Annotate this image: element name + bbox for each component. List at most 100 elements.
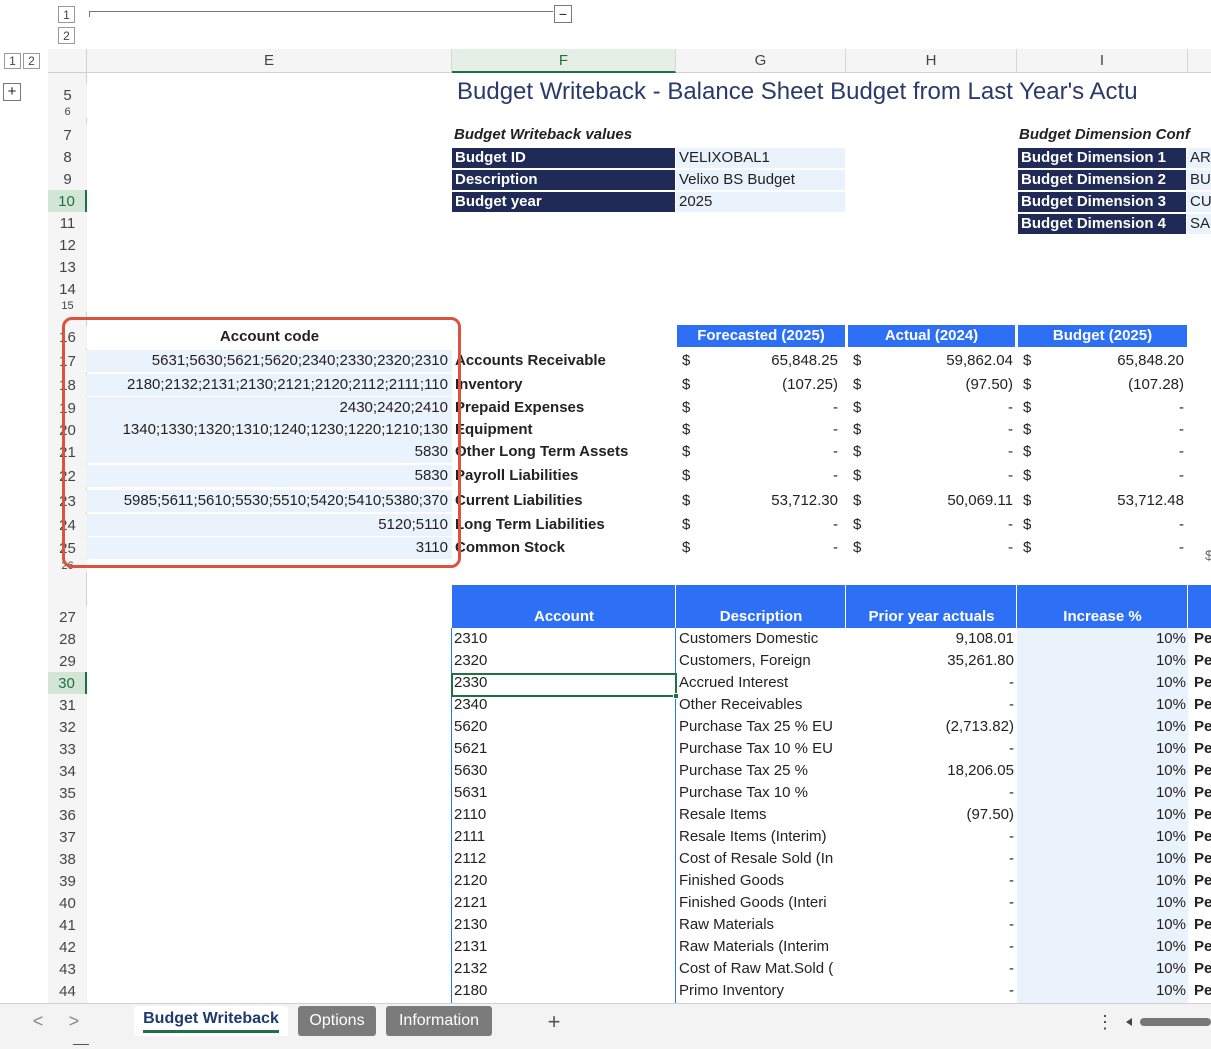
row-header[interactable]: 11 (48, 212, 87, 234)
row-header[interactable]: 33 (48, 738, 87, 760)
row-header[interactable]: 43 (48, 958, 87, 980)
detail-description[interactable]: Resale Items (679, 804, 845, 826)
detail-account[interactable]: 2130 (454, 914, 674, 936)
row-header[interactable]: 44 (48, 980, 87, 1002)
detail-account[interactable]: 2131 (454, 936, 674, 958)
row-header[interactable]: 38 (48, 848, 87, 870)
outline-level-2-top[interactable]: 2 (58, 27, 75, 44)
column-header-g[interactable]: G (676, 49, 846, 73)
row-header[interactable]: 34 (48, 760, 87, 782)
detail-prior-actuals[interactable]: (97.50) (850, 804, 1014, 826)
row-header[interactable]: 10 (48, 190, 87, 212)
column-header-h[interactable]: H (846, 49, 1017, 73)
dimension-value[interactable]: SA (1187, 214, 1211, 234)
dimension-value[interactable]: AR (1187, 148, 1211, 168)
detail-description[interactable]: Finished Goods (Interi (679, 892, 845, 914)
detail-prior-actuals[interactable]: 9,108.01 (850, 628, 1014, 650)
detail-prior-actuals[interactable]: - (850, 958, 1014, 980)
column-header-i[interactable]: I (1017, 49, 1188, 73)
row-header[interactable]: 28 (48, 628, 87, 650)
column-header-next[interactable] (1188, 49, 1211, 73)
row-header[interactable]: 27 (48, 606, 87, 628)
detail-method[interactable]: Pe (1194, 694, 1211, 716)
detail-increase[interactable]: 10% (1020, 826, 1186, 848)
detail-description[interactable]: Purchase Tax 10 % (679, 782, 845, 804)
row-header[interactable]: 32 (48, 716, 87, 738)
detail-method[interactable]: Pe (1194, 914, 1211, 936)
detail-account[interactable]: 2310 (454, 628, 674, 650)
summary-forecast-value[interactable]: - (698, 539, 838, 556)
detail-increase[interactable]: 10% (1020, 650, 1186, 672)
detail-method[interactable]: Pe (1194, 628, 1211, 650)
detail-account[interactable]: 2121 (454, 892, 674, 914)
detail-description[interactable]: Resale Items (Interim) (679, 826, 845, 848)
detail-prior-actuals[interactable]: (2,713.82) (850, 716, 1014, 738)
detail-account[interactable]: 2111 (454, 826, 674, 848)
writeback-value[interactable]: VELIXOBAL1 (676, 148, 845, 168)
detail-increase[interactable]: 10% (1020, 628, 1186, 650)
summary-budget-value[interactable]: - (1044, 516, 1184, 533)
detail-account[interactable]: 2132 (454, 958, 674, 980)
row-header[interactable]: 36 (48, 804, 87, 826)
row-header[interactable]: 6 (48, 106, 87, 118)
detail-account[interactable]: 2320 (454, 650, 674, 672)
detail-description[interactable]: Cost of Raw Mat.Sold ( (679, 958, 845, 980)
detail-description[interactable]: Raw Materials (679, 914, 845, 936)
detail-method[interactable]: Pe (1194, 716, 1211, 738)
detail-prior-actuals[interactable]: - (850, 892, 1014, 914)
detail-prior-actuals[interactable]: - (850, 980, 1014, 1002)
detail-prior-actuals[interactable]: - (850, 694, 1014, 716)
row-header[interactable]: 14 (48, 278, 87, 300)
row-header[interactable]: 41 (48, 914, 87, 936)
detail-increase[interactable]: 10% (1020, 958, 1186, 980)
row-header[interactable]: 7 (48, 124, 87, 146)
detail-method[interactable]: Pe (1194, 870, 1211, 892)
summary-forecast-value[interactable]: - (698, 516, 838, 533)
summary-actual-value[interactable]: - (873, 443, 1013, 460)
row-header[interactable]: 29 (48, 650, 87, 672)
summary-actual-value[interactable]: - (873, 399, 1013, 416)
detail-increase[interactable]: 10% (1020, 694, 1186, 716)
outline-level-2-left[interactable]: 2 (23, 53, 40, 69)
detail-prior-actuals[interactable]: 18,206.05 (850, 760, 1014, 782)
tab-options[interactable]: Options (298, 1006, 376, 1036)
summary-budget-value[interactable]: - (1044, 443, 1184, 460)
summary-actual-value[interactable]: - (873, 539, 1013, 556)
collapse-group-button[interactable]: − (554, 5, 572, 23)
scrollbar-thumb[interactable] (1140, 1018, 1211, 1026)
summary-actual-value[interactable]: - (873, 516, 1013, 533)
outline-level-1-top[interactable]: 1 (58, 6, 75, 23)
detail-increase[interactable]: 10% (1020, 782, 1186, 804)
detail-account[interactable]: 2110 (454, 804, 674, 826)
detail-method[interactable]: Pe (1194, 958, 1211, 980)
detail-description[interactable]: Accrued Interest (679, 672, 845, 694)
detail-description[interactable]: Other Receivables (679, 694, 845, 716)
detail-method[interactable]: Pe (1194, 980, 1211, 1002)
summary-budget-value[interactable]: - (1044, 399, 1184, 416)
fill-handle[interactable] (673, 693, 679, 699)
detail-prior-actuals[interactable]: - (850, 782, 1014, 804)
detail-increase[interactable]: 10% (1020, 804, 1186, 826)
detail-description[interactable]: Primo Inventory (679, 980, 845, 1002)
detail-description[interactable]: Finished Goods (679, 870, 845, 892)
more-options-icon[interactable]: ⋮ (1096, 1012, 1114, 1033)
writeback-value[interactable]: Velixo BS Budget (676, 170, 845, 190)
detail-prior-actuals[interactable]: - (850, 870, 1014, 892)
row-header[interactable]: 35 (48, 782, 87, 804)
summary-budget-value[interactable]: 53,712.48 (1044, 492, 1184, 509)
add-sheet-button[interactable]: + (543, 1009, 565, 1035)
summary-budget-value[interactable]: - (1044, 467, 1184, 484)
row-header[interactable]: 9 (48, 168, 87, 190)
writeback-value[interactable]: 2025 (676, 192, 845, 212)
horizontal-scrollbar[interactable] (1124, 1017, 1211, 1027)
outline-level-1-left[interactable]: 1 (4, 53, 21, 69)
detail-method[interactable]: Pe (1194, 826, 1211, 848)
detail-account[interactable]: 5621 (454, 738, 674, 760)
detail-account[interactable]: 5620 (454, 716, 674, 738)
detail-description[interactable]: Purchase Tax 25 % (679, 760, 845, 782)
row-header[interactable]: 39 (48, 870, 87, 892)
row-header[interactable]: 37 (48, 826, 87, 848)
detail-increase[interactable]: 10% (1020, 870, 1186, 892)
summary-actual-value[interactable]: - (873, 467, 1013, 484)
column-header-e[interactable]: E (87, 49, 452, 73)
